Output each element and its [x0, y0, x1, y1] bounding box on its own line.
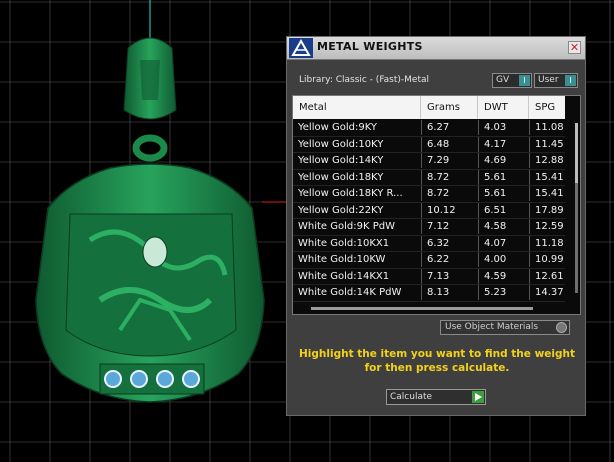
- grams-cell: 6.48: [421, 136, 478, 152]
- dwt-cell: 4.07: [478, 235, 529, 251]
- table-row[interactable]: White Gold:10KX1 6.32 4.07 11.18: [293, 235, 565, 252]
- use-object-materials-option[interactable]: Use Object Materials: [440, 320, 570, 335]
- toggle-knob-icon: I: [565, 75, 576, 86]
- metal-cell: White Gold:9K PdW: [298, 221, 395, 232]
- gem-2: [130, 370, 148, 388]
- grams-cell: 7.13: [421, 268, 478, 284]
- metal-cell: Yellow Gold:9KY: [298, 122, 377, 133]
- gem-4: [182, 370, 200, 388]
- metal-cell: White Gold:10KW: [298, 254, 386, 265]
- metal-cell: Yellow Gold:18KY: [298, 171, 384, 183]
- library-label: Library: Classic - (Fast)-Metal: [299, 75, 430, 85]
- table-row[interactable]: Yellow Gold:9KY 6.27 4.03 11.08: [293, 120, 565, 137]
- header-metal[interactable]: Metal: [293, 96, 421, 119]
- dwt-cell: 4.69: [478, 153, 529, 168]
- dwt-cell: 5.61: [478, 186, 529, 201]
- dwt-cell: 6.51: [478, 202, 529, 218]
- metal-cell: Yellow Gold:14KY: [298, 155, 384, 166]
- grams-cell: 8.13: [421, 285, 478, 300]
- metal-cell: Yellow Gold:18KY R...: [298, 188, 403, 199]
- metal-table[interactable]: Metal Grams DWT SPG Yellow Gold:9KY 6.27 4…: [292, 95, 581, 315]
- instruction-line-1: Highlight the item you want to find the …: [299, 348, 575, 360]
- table-row[interactable]: Yellow Gold:18KY 8.72 5.61 15.41: [293, 169, 565, 186]
- table-row[interactable]: Yellow Gold:22KY 10.12 6.51 17.89: [293, 202, 565, 219]
- title-bar[interactable]: METAL WEIGHTS ✕: [287, 37, 585, 60]
- grams-cell: 8.72: [421, 169, 478, 185]
- spg-cell: 11.45: [529, 136, 565, 152]
- grams-cell: 7.29: [421, 153, 478, 168]
- dwt-cell: 4.00: [478, 252, 529, 267]
- spg-cell: 10.99: [529, 252, 565, 267]
- calculate-label: Calculate: [390, 392, 433, 402]
- horizontal-scrollbar[interactable]: [311, 307, 533, 310]
- metal-cell: Yellow Gold:10KY: [298, 138, 384, 150]
- table-row[interactable]: White Gold:14KX1 7.13 4.59 12.61: [293, 268, 565, 285]
- spg-cell: 17.89: [529, 202, 565, 218]
- use-object-materials-label: Use Object Materials: [445, 322, 539, 332]
- panel-title: METAL WEIGHTS: [317, 40, 423, 53]
- gem-1: [104, 370, 122, 388]
- scroll-thumb[interactable]: [575, 123, 578, 183]
- metal-cell: White Gold:14KX1: [298, 270, 390, 282]
- dwt-cell: 4.59: [478, 268, 529, 284]
- grams-cell: 6.32: [421, 235, 478, 251]
- spg-cell: 12.88: [529, 153, 565, 168]
- toggle-knob-icon: I: [519, 75, 530, 86]
- spg-cell: 11.08: [529, 120, 565, 135]
- spg-cell: 15.41: [529, 186, 565, 201]
- table-body: Yellow Gold:9KY 6.27 4.03 11.08 Yellow Gold:…: [293, 120, 565, 302]
- dwt-cell: 4.17: [478, 136, 529, 152]
- metal-cell: White Gold:14K PdW: [298, 287, 402, 298]
- table-row[interactable]: Yellow Gold:10KY 6.48 4.17 11.45: [293, 136, 565, 153]
- metal-weights-panel: METAL WEIGHTS ✕ Library: Classic - (Fast…: [286, 36, 586, 416]
- grams-cell: 10.12: [421, 202, 478, 218]
- table-row[interactable]: White Gold:9K PdW 7.12 4.58 12.59: [293, 219, 565, 236]
- close-icon[interactable]: ✕: [568, 41, 581, 54]
- gem-3: [156, 370, 174, 388]
- header-spg[interactable]: SPG: [529, 96, 569, 119]
- spg-cell: 15.41: [529, 169, 565, 185]
- header-grams[interactable]: Grams: [421, 96, 478, 119]
- table-header: Metal Grams DWT SPG: [293, 96, 565, 119]
- metal-cell: White Gold:10KX1: [298, 237, 390, 249]
- gv-toggle[interactable]: GV I: [492, 73, 532, 88]
- table-row[interactable]: White Gold:10KW 6.22 4.00 10.99: [293, 252, 565, 269]
- instruction-text: Highlight the item you want to find the …: [293, 347, 581, 375]
- spg-cell: 12.59: [529, 219, 565, 234]
- dwt-cell: 5.23: [478, 285, 529, 300]
- table-row[interactable]: White Gold:14K PdW 8.13 5.23 14.37: [293, 285, 565, 302]
- vertical-scrollbar[interactable]: [575, 123, 578, 293]
- instruction-line-2: for then press calculate.: [364, 362, 510, 374]
- header-dwt[interactable]: DWT: [478, 96, 529, 119]
- spg-cell: 12.61: [529, 268, 565, 284]
- user-toggle[interactable]: User I: [534, 73, 578, 88]
- grams-cell: 6.22: [421, 252, 478, 267]
- dwt-cell: 4.58: [478, 219, 529, 234]
- gv-toggle-label: GV: [496, 75, 510, 85]
- app-logo-icon: [289, 38, 313, 58]
- dwt-cell: 4.03: [478, 120, 529, 135]
- metal-cell: Yellow Gold:22KY: [298, 204, 384, 216]
- radio-icon[interactable]: [556, 322, 567, 333]
- table-row[interactable]: Yellow Gold:14KY 7.29 4.69 12.88: [293, 153, 565, 170]
- grams-cell: 7.12: [421, 219, 478, 234]
- spg-cell: 11.18: [529, 235, 565, 251]
- table-row[interactable]: Yellow Gold:18KY R... 8.72 5.61 15.41: [293, 186, 565, 203]
- play-arrow-icon[interactable]: [472, 391, 484, 403]
- grams-cell: 6.27: [421, 120, 478, 135]
- calculate-button[interactable]: Calculate: [386, 389, 486, 405]
- user-toggle-label: User: [538, 75, 559, 85]
- dwt-cell: 5.61: [478, 169, 529, 185]
- grams-cell: 8.72: [421, 186, 478, 201]
- spg-cell: 14.37: [529, 285, 565, 300]
